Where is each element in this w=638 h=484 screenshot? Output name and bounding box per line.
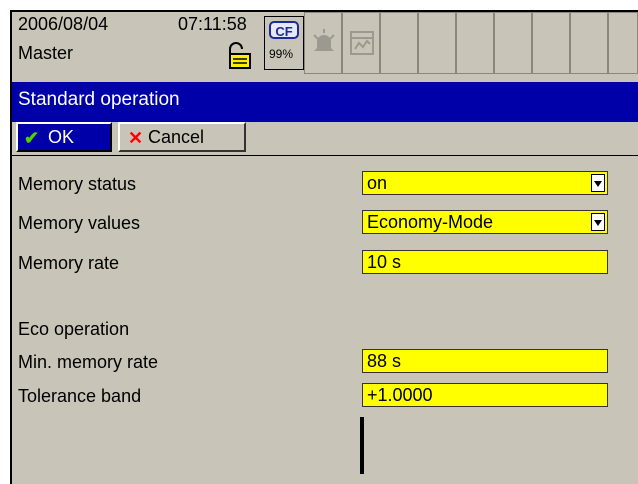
min-memory-rate-label: Min. memory rate: [18, 352, 159, 372]
memory-values-label: Memory values: [18, 213, 141, 233]
alarm-bell-icon: [313, 29, 335, 51]
status-slot-7: [532, 12, 570, 74]
status-bar: 2006/08/04 07:11:58 Master CF 99%: [12, 12, 638, 76]
date-display: 2006/08/04: [18, 14, 109, 34]
status-slot-5: [456, 12, 494, 74]
dropdown-arrow-icon[interactable]: [591, 213, 605, 231]
tolerance-band-field[interactable]: +1.0000: [362, 383, 608, 407]
dropdown-arrow-icon[interactable]: [591, 174, 605, 192]
tolerance-band-label: Tolerance band: [18, 386, 142, 406]
memory-status-dropdown[interactable]: on: [362, 171, 608, 195]
min-memory-rate-field[interactable]: 88 s: [362, 349, 608, 373]
time-display: 07:11:58: [178, 14, 247, 34]
tolerance-band-value: +1.0000: [367, 385, 433, 405]
memory-rate-value: 10 s: [367, 252, 402, 272]
ok-button-label: OK: [48, 127, 75, 147]
user-role: Master: [18, 43, 74, 63]
memory-status-value: on: [367, 173, 388, 193]
ok-button[interactable]: ✔ OK: [16, 122, 112, 152]
device-screen: 2006/08/04 07:11:58 Master CF 99% Standa…: [10, 10, 638, 484]
memory-status-label: Memory status: [18, 174, 137, 194]
dialog-titlebar: Standard operation: [12, 82, 638, 122]
cross-icon: ✕: [128, 128, 144, 148]
min-memory-rate-value: 88 s: [367, 351, 402, 371]
status-slot-6: [494, 12, 532, 74]
memory-rate-field[interactable]: 10 s: [362, 250, 608, 274]
memory-rate-label: Memory rate: [18, 253, 120, 273]
status-slot-3: [380, 12, 418, 74]
cancel-button[interactable]: ✕ Cancel: [118, 122, 246, 152]
cf-card-icon: CF: [269, 21, 299, 39]
screen-layout-icon: [350, 31, 374, 55]
checkmark-icon: ✔: [24, 128, 40, 148]
dialog-title: Standard operation: [18, 89, 180, 110]
cf-card-usage: 99%: [269, 47, 294, 61]
pointer-line: [360, 417, 364, 474]
status-slot-9: [608, 12, 638, 74]
memory-values-value: Economy-Mode: [367, 212, 494, 232]
display-mode-slot[interactable]: [342, 12, 380, 74]
alarm-slot[interactable]: [304, 12, 342, 74]
divider: [12, 155, 638, 156]
unlocked-padlock-icon: [229, 42, 251, 69]
cancel-button-label: Cancel: [148, 127, 205, 147]
cf-card-status: CF 99%: [264, 16, 304, 70]
eco-operation-heading: Eco operation: [18, 319, 130, 339]
status-slot-8: [570, 12, 608, 74]
memory-values-dropdown[interactable]: Economy-Mode: [362, 210, 608, 234]
status-slot-4: [418, 12, 456, 74]
